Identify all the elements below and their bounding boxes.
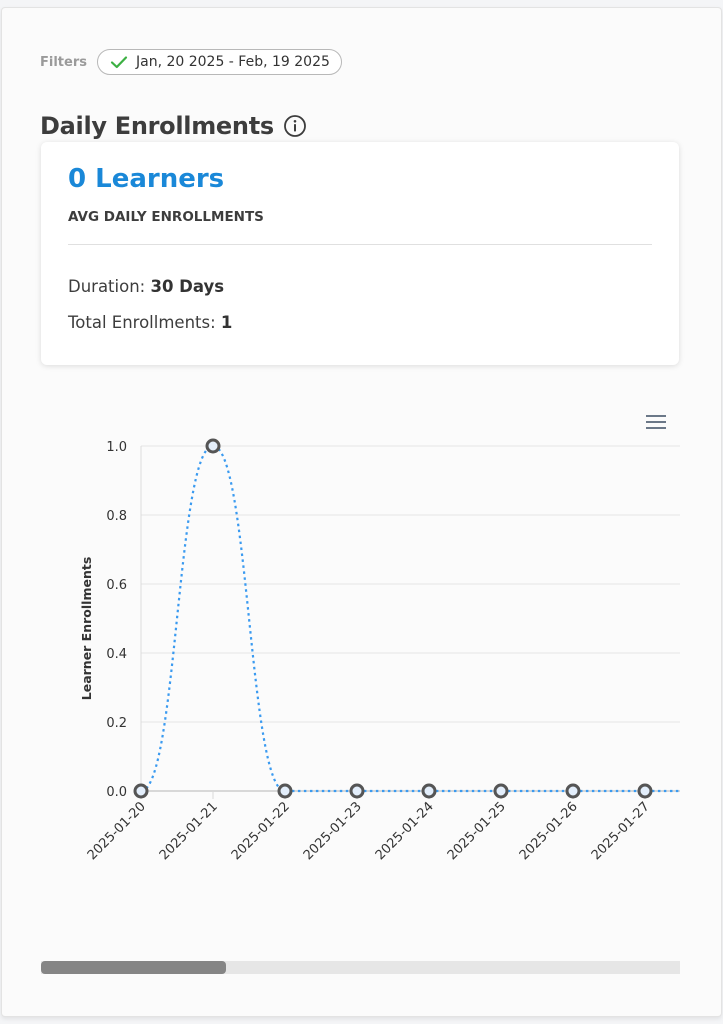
y-tick-label: 0.4 — [106, 647, 127, 662]
chart-scrollbar[interactable] — [41, 961, 680, 974]
data-point — [133, 783, 149, 799]
filters-label: Filters — [40, 54, 87, 70]
x-tick-label: 2025-01-22 — [229, 799, 293, 863]
duration-label: Duration: — [68, 277, 151, 296]
title-row: Daily Enrollments — [40, 112, 307, 140]
total-enrollments-line: Total Enrollments: 1 — [68, 313, 232, 332]
filters-row: Filters Jan, 20 2025 - Feb, 19 2025 — [40, 49, 342, 75]
date-range-filter-chip[interactable]: Jan, 20 2025 - Feb, 19 2025 — [96, 49, 342, 75]
hamburger-menu-icon — [646, 415, 666, 429]
check-icon — [110, 56, 128, 69]
chart-menu-button[interactable] — [642, 411, 670, 433]
y-axis-title: Learner Enrollments — [79, 557, 94, 701]
date-range-text: Jan, 20 2025 - Feb, 19 2025 — [135, 54, 330, 70]
page-title: Daily Enrollments — [40, 112, 274, 140]
points-layer — [133, 438, 653, 799]
duration-line: Duration: 30 Days — [68, 277, 224, 296]
avg-daily-enrollments-caption: AVG DAILY ENROLLMENTS — [68, 209, 264, 225]
data-point — [421, 783, 437, 799]
enrollments-chart: 0.0 0.2 0.4 0.6 0.8 1.0 Learner Enrollments 20… — [0, 395, 723, 905]
data-point — [493, 783, 509, 799]
series-layer — [140, 444, 680, 793]
stats-divider — [68, 244, 652, 245]
chart-svg: 0.0 0.2 0.4 0.6 0.8 1.0 Learner Enrollments 20… — [79, 438, 680, 863]
y-tick-label: 0.8 — [106, 509, 127, 524]
stats-card: 0 Learners AVG DAILY ENROLLMENTS Duratio… — [41, 142, 679, 365]
grid-layer — [141, 445, 680, 792]
y-tick-label: 0.0 — [106, 785, 127, 800]
x-tick-label: 2025-01-21 — [157, 799, 221, 863]
y-tick-label: 0.6 — [106, 578, 127, 593]
data-point — [277, 783, 293, 799]
x-tick-label: 2025-01-24 — [373, 799, 437, 863]
x-tick-label: 2025-01-23 — [301, 799, 365, 863]
data-point — [637, 783, 653, 799]
x-axis: 2025-01-20 2025-01-21 2025-01-22 2025-01-23… — [85, 791, 653, 863]
data-point — [349, 783, 365, 799]
total-enrollments-value: 1 — [220, 313, 233, 332]
series-line — [140, 444, 680, 793]
info-circle-icon[interactable] — [283, 114, 307, 138]
y-tick-label: 1.0 — [106, 440, 127, 455]
avg-learners-value: 0 Learners — [68, 164, 225, 194]
x-tick-label: 2025-01-26 — [517, 799, 581, 863]
data-point — [205, 438, 221, 454]
x-tick-label: 2025-01-25 — [445, 799, 509, 863]
y-axis: 0.0 0.2 0.4 0.6 0.8 1.0 Learner Enrollments — [79, 440, 142, 800]
x-tick-label: 2025-01-27 — [589, 799, 653, 863]
duration-value: 30 Days — [150, 277, 225, 296]
x-tick-label: 2025-01-20 — [85, 799, 149, 863]
y-tick-label: 0.2 — [106, 716, 127, 731]
data-point — [565, 783, 581, 799]
chart-scrollbar-thumb[interactable] — [41, 961, 227, 974]
total-enrollments-label: Total Enrollments: — [68, 313, 221, 332]
